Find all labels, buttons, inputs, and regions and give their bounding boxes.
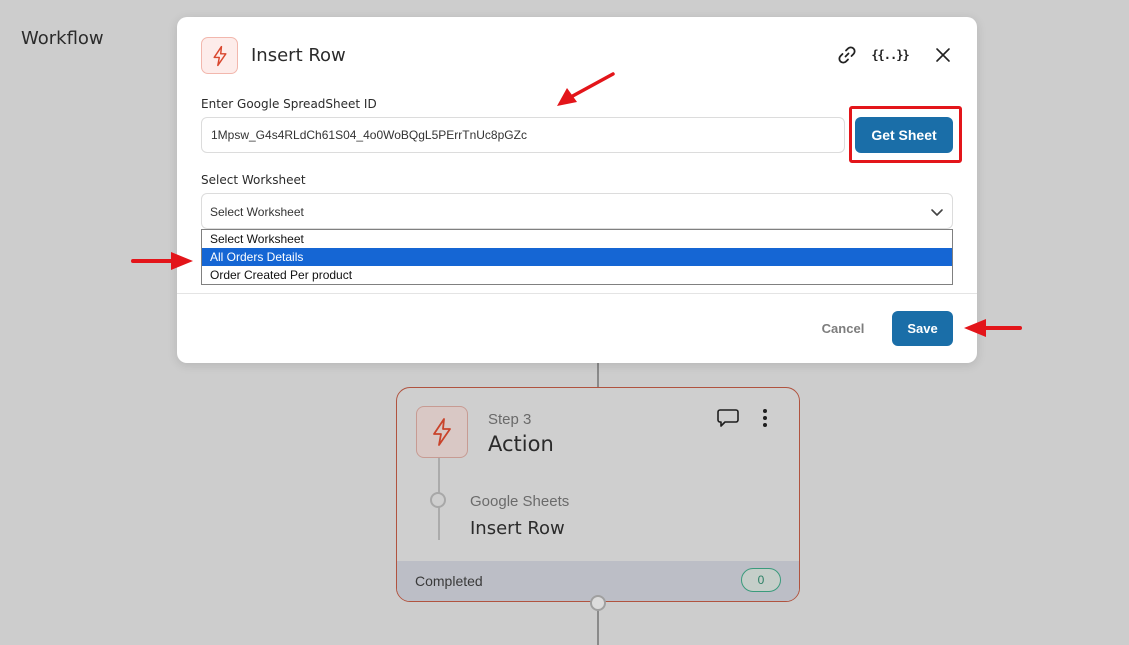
dropdown-option[interactable]: Select Worksheet bbox=[202, 230, 952, 248]
cancel-button[interactable]: Cancel bbox=[808, 317, 878, 339]
worksheet-label: Select Worksheet bbox=[201, 173, 306, 187]
annotation-arrow-icon bbox=[964, 319, 1022, 337]
status-count-badge: 0 bbox=[741, 568, 781, 592]
insert-row-modal: Insert Row {{..}} Enter Google SpreadShe… bbox=[177, 17, 977, 363]
status-text: Completed bbox=[415, 573, 483, 589]
step-label: Step 3 bbox=[488, 411, 532, 428]
annotation-arrow-icon bbox=[557, 72, 615, 106]
app-action: Insert Row bbox=[470, 518, 565, 539]
worksheet-dropdown-list: Select Worksheet All Orders Details Orde… bbox=[201, 229, 953, 285]
worksheet-select[interactable]: Select Worksheet bbox=[201, 193, 953, 229]
get-sheet-button[interactable]: Get Sheet bbox=[855, 117, 953, 153]
add-step-connector[interactable] bbox=[590, 595, 606, 611]
modal-title: Insert Row bbox=[251, 45, 346, 66]
variable-icon[interactable]: {{..}} bbox=[871, 43, 909, 67]
worksheet-select-value: Select Worksheet bbox=[210, 205, 304, 219]
lightning-icon bbox=[416, 406, 468, 458]
sheet-id-input[interactable] bbox=[201, 117, 845, 153]
page-title: Workflow bbox=[21, 28, 104, 49]
connector-line bbox=[597, 360, 599, 388]
dropdown-option[interactable]: Order Created Per product bbox=[202, 266, 952, 284]
save-button[interactable]: Save bbox=[892, 311, 953, 346]
step-card[interactable]: Step 3 Action Google Sheets Insert Row C… bbox=[396, 387, 800, 602]
sheet-id-label: Enter Google SpreadSheet ID bbox=[201, 97, 377, 111]
comment-icon[interactable] bbox=[717, 408, 739, 433]
divider bbox=[177, 293, 977, 294]
app-name: Google Sheets bbox=[470, 493, 570, 510]
dropdown-option[interactable]: All Orders Details bbox=[202, 248, 952, 266]
lightning-icon bbox=[201, 37, 238, 74]
link-icon[interactable] bbox=[835, 43, 859, 67]
close-icon[interactable] bbox=[931, 43, 955, 67]
chevron-down-icon bbox=[930, 205, 944, 224]
more-options-icon[interactable] bbox=[761, 408, 769, 433]
annotation-arrow-icon bbox=[131, 252, 193, 270]
step-title: Action bbox=[488, 432, 554, 456]
timeline-dot bbox=[430, 492, 446, 508]
